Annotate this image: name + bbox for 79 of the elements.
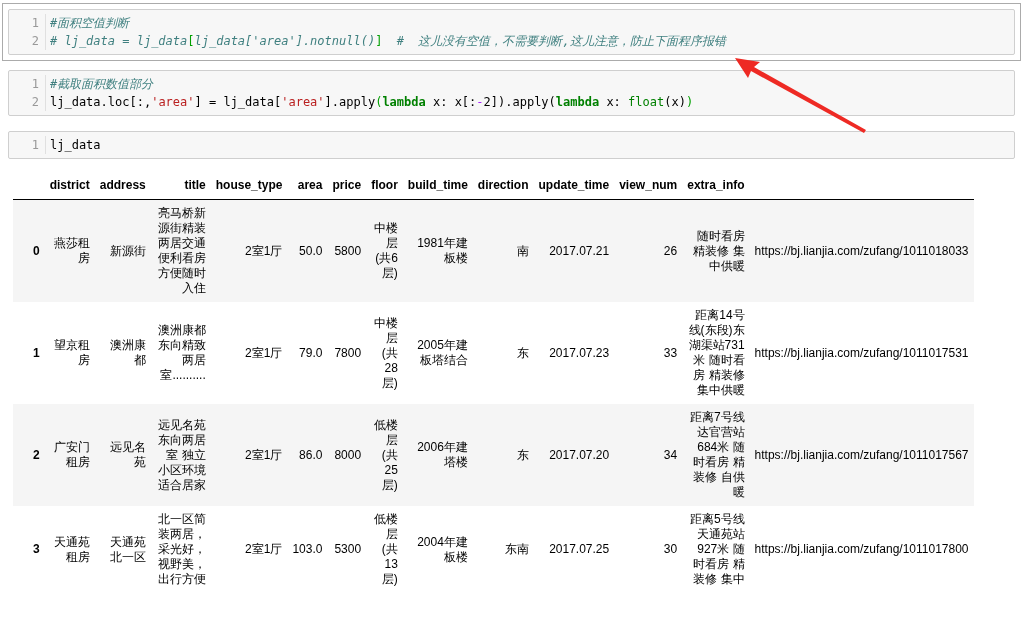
table-cell: 燕莎租房 [44, 199, 95, 302]
table-cell: 北一区简装两居，采光好，视野美，出行方便 [150, 506, 211, 593]
table-cell: 2室1厅 [210, 506, 288, 593]
code-line: #面积空值判断 [50, 15, 131, 32]
table-cell: 澳洲康都东向精致两居室.......... [150, 302, 211, 404]
table-cell: 距离5号线天通苑站927米 随时看房 精装修 集中 [682, 506, 750, 593]
code-cell[interactable]: 1 2 #面积空值判断 # lj_data = lj_data[lj_data['area'].notnull()] # 这儿没有空值，不需要判断,这儿注意，防止下面程序报错 [2, 3, 1021, 61]
column-header: house_type [210, 174, 288, 200]
table-cell: https://bj.lianjia.com/zufang/1011017531 [749, 302, 974, 404]
row-index: 3 [13, 506, 45, 593]
table-cell: 随时看房精装修 集中供暖 [682, 199, 750, 302]
table-cell: 距离14号线(东段)东湖渠站731米 随时看房 精装修集中供暖 [682, 302, 750, 404]
table-cell: 2室1厅 [210, 404, 288, 506]
table-cell: 天通苑租房 [44, 506, 95, 593]
table-cell: 南 [472, 199, 534, 302]
row-index: 0 [13, 199, 45, 302]
row-index: 1 [13, 302, 45, 404]
table-cell: 东 [472, 302, 534, 404]
table-cell: 东 [472, 404, 534, 506]
column-header: view_num [614, 174, 683, 200]
table-cell: 澳洲康都 [94, 302, 151, 404]
table-cell: 86.0 [287, 404, 328, 506]
table-cell: 5300 [327, 506, 367, 593]
column-header: district [44, 174, 95, 200]
column-header: area [287, 174, 328, 200]
table-cell: 34 [614, 404, 683, 506]
column-header: title [150, 174, 211, 200]
table-cell: 5800 [327, 199, 367, 302]
column-header: extra_info [682, 174, 750, 200]
table-cell: 2006年建塔楼 [402, 404, 473, 506]
table-cell: 2017.07.20 [533, 404, 615, 506]
table-cell: 东南 [472, 506, 534, 593]
table-cell: 远见名苑 [94, 404, 151, 506]
table-cell: 33 [614, 302, 683, 404]
table-cell: https://bj.lianjia.com/zufang/1011017567 [749, 404, 974, 506]
column-header: update_time [533, 174, 615, 200]
table-cell: 2室1厅 [210, 199, 288, 302]
table-cell: 2室1厅 [210, 302, 288, 404]
row-index: 2 [13, 404, 45, 506]
table-cell: 低楼层(共25层) [366, 404, 403, 506]
table-cell: 2004年建板楼 [402, 506, 473, 593]
line-number: 1 [30, 137, 39, 154]
code-line: lj_data.loc[:,'area'] = lj_data['area'].apply(lambda x: x[:-2]).apply(lambda x: float(x)) [50, 94, 694, 111]
column-header: build_time [402, 174, 473, 200]
table-cell: 30 [614, 506, 683, 593]
table-cell: 8000 [327, 404, 367, 506]
line-number: 1 [30, 15, 39, 32]
table-cell: 2005年建板塔结合 [402, 302, 473, 404]
code-line: #截取面积数值部分 [50, 76, 155, 93]
table-cell: 103.0 [287, 506, 328, 593]
table-cell: 50.0 [287, 199, 328, 302]
table-cell: https://bj.lianjia.com/zufang/1011018033 [749, 199, 974, 302]
table-cell: 天通苑北一区 [94, 506, 151, 593]
table-cell: 2017.07.25 [533, 506, 615, 593]
table-cell: 中楼层(共6层) [366, 199, 403, 302]
table-cell: 26 [614, 199, 683, 302]
table-cell: 亮马桥新源街精装两居交通便利看房方便随时入住 [150, 199, 211, 302]
table-cell: 2017.07.23 [533, 302, 615, 404]
table-cell: 距离7号线达官营站684米 随时看房 精装修 自供暖 [682, 404, 750, 506]
code-line: # lj_data = lj_data[lj_data['area'].notnull()] # 这儿没有空值，不需要判断,这儿注意，防止下面程序报错 [50, 33, 726, 50]
line-number: 2 [30, 94, 39, 111]
line-number: 1 [30, 76, 39, 93]
column-header: address [94, 174, 151, 200]
column-header: direction [472, 174, 534, 200]
table-cell: 新源街 [94, 199, 151, 302]
table-cell: 远见名苑东向两居室 独立小区环境适合居家 [150, 404, 211, 506]
column-header: price [327, 174, 367, 200]
line-number: 2 [30, 33, 39, 50]
table-cell: 望京租房 [44, 302, 95, 404]
table-cell: 中楼层(共28层) [366, 302, 403, 404]
code-line: lj_data [50, 137, 101, 154]
table-cell: 2017.07.21 [533, 199, 615, 302]
table-cell: 广安门租房 [44, 404, 95, 506]
table-cell: 79.0 [287, 302, 328, 404]
table-cell: 低楼层(共13层) [366, 506, 403, 593]
table-cell: 1981年建板楼 [402, 199, 473, 302]
column-header: floor [366, 174, 403, 200]
table-cell: 7800 [327, 302, 367, 404]
table-cell: https://bj.lianjia.com/zufang/1011017800 [749, 506, 974, 593]
